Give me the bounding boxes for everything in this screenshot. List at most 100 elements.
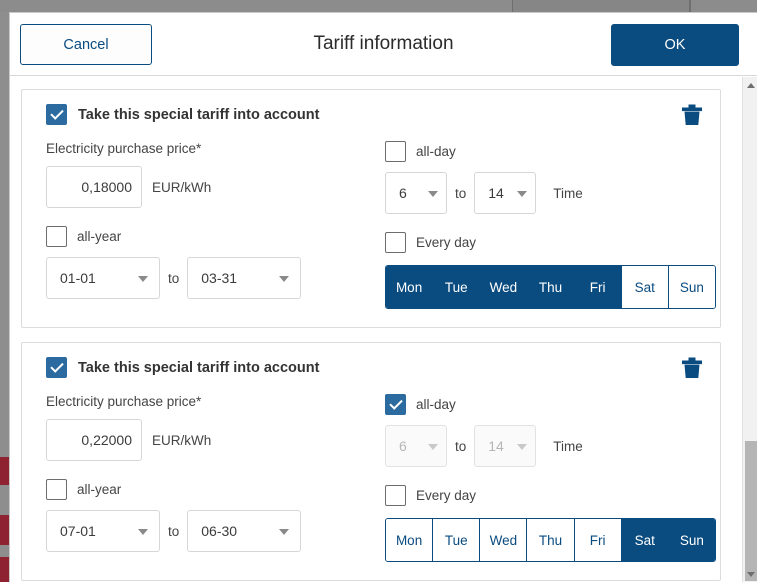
weekday-button-fri[interactable]: Fri bbox=[574, 519, 622, 561]
backdrop-band bbox=[512, 0, 690, 12]
electricity-purchase-price-input[interactable] bbox=[46, 166, 142, 208]
take-tariff-into-account-checkbox[interactable] bbox=[46, 104, 67, 125]
weekday-button-mon[interactable]: Mon bbox=[386, 519, 434, 561]
chevron-down-icon bbox=[428, 191, 438, 197]
scroll-down-arrow-icon[interactable] bbox=[743, 566, 757, 582]
date-range-row: 07-01 to 06-30 bbox=[46, 510, 385, 552]
background-page-edge bbox=[0, 12, 9, 457]
time-unit-label: Time bbox=[553, 185, 583, 201]
every-day-row: Every day bbox=[385, 485, 720, 506]
weekday-button-wed[interactable]: Wed bbox=[480, 519, 528, 561]
price-unit-label: EUR/kWh bbox=[152, 179, 212, 195]
all-year-checkbox[interactable] bbox=[46, 479, 67, 500]
scroll-up-arrow-icon[interactable] bbox=[743, 77, 757, 94]
all-year-checkbox[interactable] bbox=[46, 226, 67, 247]
electricity-purchase-price-label: Electricity purchase price* bbox=[46, 394, 202, 409]
background-accent-2 bbox=[0, 515, 9, 545]
card-left-column: Electricity purchase price* EUR/kWh all-ye… bbox=[46, 141, 385, 309]
trash-icon-glyph bbox=[682, 104, 702, 125]
scrollbar-thumb[interactable] bbox=[745, 441, 757, 581]
take-tariff-into-account-checkbox[interactable] bbox=[46, 357, 67, 378]
time-range-row: 6 to 14 Time bbox=[385, 172, 720, 214]
time-from-select-value: 6 bbox=[399, 185, 407, 201]
weekday-button-sun[interactable]: Sun bbox=[668, 519, 715, 561]
weekday-button-tue[interactable]: Tue bbox=[433, 519, 481, 561]
dialog-header: Cancel Tariff information OK bbox=[10, 13, 757, 76]
all-day-checkbox[interactable] bbox=[385, 141, 406, 162]
delete-tariff-button[interactable] bbox=[680, 103, 704, 129]
chevron-down-icon bbox=[517, 444, 528, 450]
weekday-button-thu[interactable]: Thu bbox=[527, 519, 575, 561]
tariff-cards-list: Take this special tariff into account Ele… bbox=[10, 77, 732, 582]
time-from-select-value: 6 bbox=[399, 438, 407, 454]
backdrop-seam-left bbox=[512, 0, 513, 12]
date-from-select[interactable]: 01-01 bbox=[46, 257, 160, 299]
date-to-select-value: 06-30 bbox=[201, 523, 238, 539]
tariff-card: Take this special tariff into account Ele… bbox=[21, 89, 721, 328]
every-day-checkbox[interactable] bbox=[385, 485, 406, 506]
weekday-selector[interactable]: Mon Tue Wed Thu Fri Sat Sun bbox=[385, 265, 716, 309]
take-tariff-into-account-label: Take this special tariff into account bbox=[78, 106, 320, 123]
dialog-body: Take this special tariff into account Ele… bbox=[10, 77, 757, 582]
all-year-label: all-year bbox=[77, 482, 122, 497]
date-to-select[interactable]: 06-30 bbox=[187, 510, 302, 552]
chevron-down-icon bbox=[517, 191, 528, 197]
card-columns: Electricity purchase price* EUR/kWh all-ye… bbox=[22, 378, 720, 562]
date-to-select[interactable]: 03-31 bbox=[187, 257, 302, 299]
time-to-select[interactable]: 14 bbox=[474, 172, 537, 214]
time-range-row: 6 to 14 Time bbox=[385, 425, 720, 467]
every-day-row: Every day bbox=[385, 232, 720, 253]
every-day-label: Every day bbox=[416, 488, 477, 503]
card-right-column: all-day 6 to 14 Time Every day Mon Tue Wed Thu Fri… bbox=[385, 141, 720, 309]
all-day-label: all-day bbox=[416, 397, 456, 412]
time-to-select: 14 bbox=[474, 425, 537, 467]
all-day-checkbox[interactable] bbox=[385, 394, 406, 415]
weekday-button-thu[interactable]: Thu bbox=[527, 266, 575, 308]
card-right-column: all-day 6 to 14 Time Every day Mon Tue Wed Thu Fri… bbox=[385, 394, 720, 562]
price-row: EUR/kWh bbox=[46, 419, 385, 461]
date-range-row: 01-01 to 03-31 bbox=[46, 257, 385, 299]
take-tariff-into-account-label: Take this special tariff into account bbox=[78, 359, 320, 376]
date-range-to-label: to bbox=[168, 523, 180, 539]
weekday-button-sat[interactable]: Sat bbox=[621, 519, 669, 561]
weekday-button-tue[interactable]: Tue bbox=[433, 266, 481, 308]
chevron-down-icon bbox=[138, 529, 148, 535]
background-page-edge-2 bbox=[0, 485, 9, 515]
all-day-row: all-day bbox=[385, 141, 720, 162]
price-unit-label: EUR/kWh bbox=[152, 432, 212, 448]
electricity-purchase-price-input[interactable] bbox=[46, 419, 142, 461]
card-columns: Electricity purchase price* EUR/kWh all-ye… bbox=[22, 125, 720, 309]
vertical-scrollbar[interactable] bbox=[742, 77, 757, 582]
delete-tariff-button[interactable] bbox=[680, 356, 704, 382]
weekday-button-sat[interactable]: Sat bbox=[621, 266, 669, 308]
time-unit-label: Time bbox=[553, 438, 583, 454]
backdrop-seam-right bbox=[690, 0, 691, 12]
price-row: EUR/kWh bbox=[46, 166, 385, 208]
chevron-down-icon bbox=[279, 529, 290, 535]
weekday-button-mon[interactable]: Mon bbox=[386, 266, 434, 308]
weekday-button-fri[interactable]: Fri bbox=[574, 266, 622, 308]
time-from-select[interactable]: 6 bbox=[385, 172, 447, 214]
chevron-down-icon bbox=[138, 276, 148, 282]
trash-icon-glyph bbox=[682, 357, 702, 378]
all-day-label: all-day bbox=[416, 144, 456, 159]
date-from-select-value: 07-01 bbox=[60, 523, 96, 539]
card-left-column: Electricity purchase price* EUR/kWh all-ye… bbox=[46, 394, 385, 562]
time-from-select: 6 bbox=[385, 425, 447, 467]
all-day-row: all-day bbox=[385, 394, 720, 415]
weekday-selector[interactable]: Mon Tue Wed Thu Fri Sat Sun bbox=[385, 518, 716, 562]
time-to-select-value: 14 bbox=[488, 438, 504, 454]
date-to-select-value: 03-31 bbox=[201, 270, 238, 286]
date-range-to-label: to bbox=[168, 270, 180, 286]
date-from-select[interactable]: 07-01 bbox=[46, 510, 160, 552]
all-year-label: all-year bbox=[77, 229, 122, 244]
every-day-label: Every day bbox=[416, 235, 477, 250]
background-accent-1 bbox=[0, 457, 9, 485]
ok-button[interactable]: OK bbox=[611, 24, 739, 66]
every-day-checkbox[interactable] bbox=[385, 232, 406, 253]
all-year-row: all-year bbox=[46, 226, 385, 247]
weekday-button-sun[interactable]: Sun bbox=[668, 266, 715, 308]
chevron-down-icon bbox=[279, 276, 290, 282]
background-accent-3 bbox=[0, 557, 9, 582]
weekday-button-wed[interactable]: Wed bbox=[480, 266, 528, 308]
